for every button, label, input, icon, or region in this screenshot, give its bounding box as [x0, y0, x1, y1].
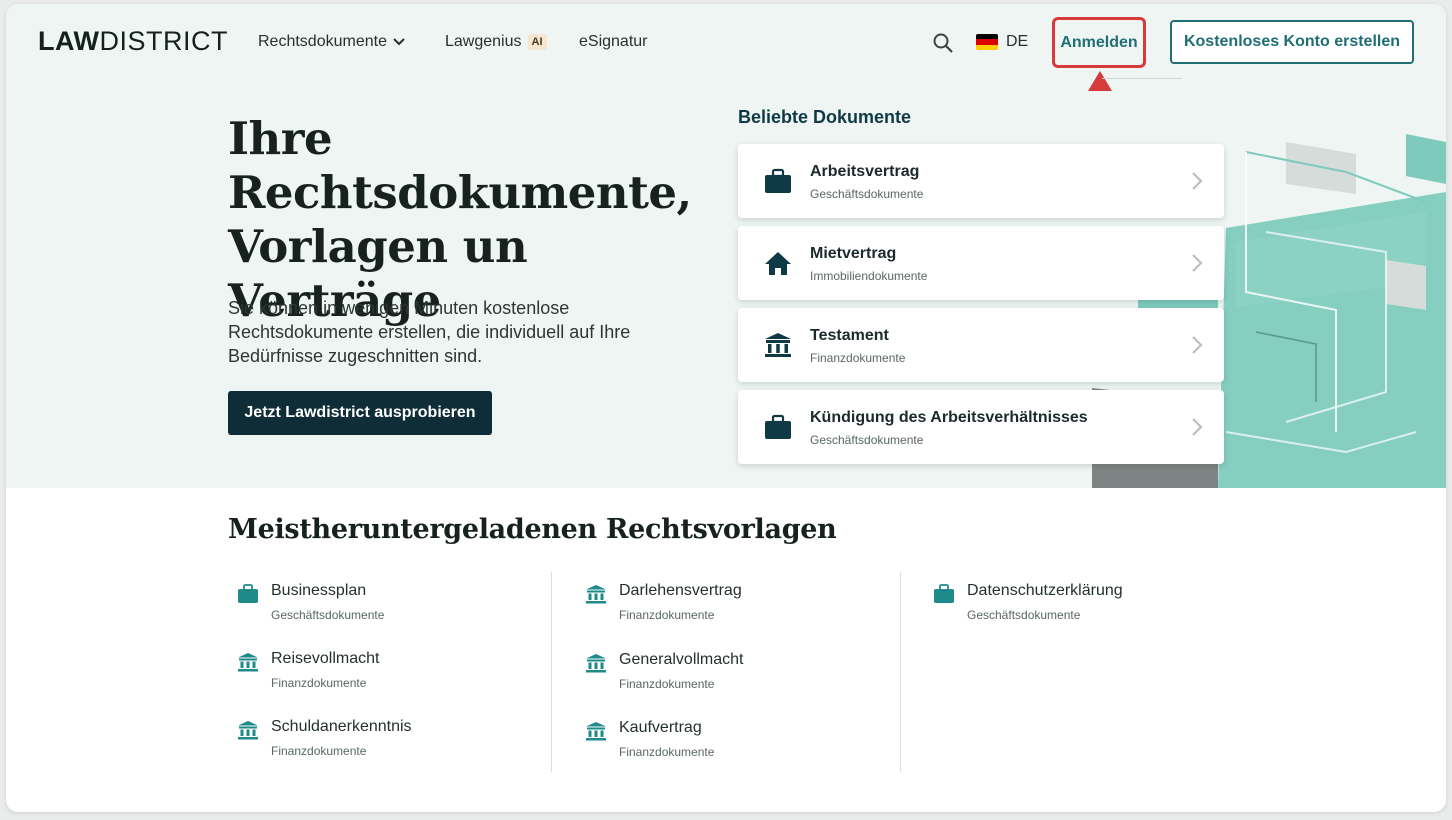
template-category: Finanzdokumente	[619, 745, 715, 759]
briefcase-icon	[765, 168, 791, 193]
popular-doc-card[interactable]: Arbeitsvertrag Geschäftsdokumente	[738, 144, 1224, 218]
language-selector[interactable]: DE	[976, 33, 1028, 51]
german-flag-icon	[976, 34, 998, 50]
doc-name: Kündigung des Arbeitsverhältnisses	[810, 409, 1088, 426]
template-category: Finanzdokumente	[271, 676, 367, 690]
nav-rechtsdokumente[interactable]: Rechtsdokumente	[258, 33, 405, 51]
nav-label: eSignatur	[579, 33, 648, 50]
logo-regular-text: DISTRICT	[99, 26, 228, 56]
language-code: DE	[1006, 33, 1029, 50]
nav-label: Rechtsdokumente	[258, 33, 387, 50]
bank-icon	[586, 654, 606, 673]
template-link[interactable]: Schuldanerkenntnis Finanzdokumente	[237, 718, 557, 774]
divider	[1102, 78, 1182, 79]
template-name: Datenschutzerklärung	[967, 582, 1123, 599]
briefcase-icon	[765, 414, 791, 439]
template-link[interactable]: Generalvollmacht Finanzdokumente	[585, 651, 905, 707]
popular-doc-card[interactable]: Testament Finanzdokumente	[738, 308, 1224, 382]
chevron-right-icon	[1192, 254, 1203, 272]
template-link[interactable]: Reisevollmacht Finanzdokumente	[237, 650, 557, 706]
bank-icon	[238, 653, 258, 672]
highlight-arrow-icon	[1088, 71, 1112, 91]
template-link[interactable]: Darlehensvertrag Finanzdokumente	[585, 582, 905, 638]
nav-lawgenius[interactable]: Lawgenius AI	[445, 33, 547, 51]
doc-name: Testament	[810, 327, 889, 344]
bank-icon	[586, 585, 606, 604]
chevron-right-icon	[1192, 172, 1203, 190]
template-name: Kaufvertrag	[619, 719, 702, 736]
doc-category: Geschäftsdokumente	[810, 187, 924, 201]
ai-badge: AI	[527, 34, 547, 50]
search-icon[interactable]	[932, 32, 954, 54]
template-category: Geschäftsdokumente	[271, 608, 385, 622]
hero-subtitle: Sie können in wenigen Minuten kostenlose…	[228, 298, 631, 366]
template-category: Finanzdokumente	[271, 744, 367, 758]
template-link[interactable]: Datenschutzerklärung Geschäftsdokumente	[933, 582, 1253, 638]
template-category: Geschäftsdokumente	[967, 608, 1081, 622]
bank-icon	[765, 333, 791, 357]
try-lawdistrict-button[interactable]: Jetzt Lawdistrict ausprobieren	[228, 391, 492, 435]
template-name: Reisevollmacht	[271, 650, 380, 667]
doc-category: Geschäftsdokumente	[810, 433, 924, 447]
template-name: Schuldanerkenntnis	[271, 718, 412, 735]
bank-icon	[238, 721, 258, 740]
doc-category: Immobiliendokumente	[810, 269, 928, 283]
template-link[interactable]: Businessplan Geschäftsdokumente	[237, 582, 557, 638]
doc-name: Arbeitsvertrag	[810, 163, 920, 180]
briefcase-icon	[238, 584, 258, 603]
logo-bold-text: LAW	[38, 26, 100, 56]
popular-doc-card[interactable]: Mietvertrag Immobiliendokumente	[738, 226, 1224, 300]
nav-label: Lawgenius	[445, 33, 522, 50]
doc-category: Finanzdokumente	[810, 351, 906, 365]
doc-name: Mietvertrag	[810, 245, 897, 262]
site-header: LAWDISTRICT Rechtsdokumente Lawgenius AI…	[6, 4, 1446, 91]
popular-documents-title: Beliebte Dokumente	[738, 107, 912, 127]
template-link[interactable]: Kaufvertrag Finanzdokumente	[585, 719, 905, 775]
template-category: Finanzdokumente	[619, 677, 715, 691]
briefcase-icon	[934, 584, 954, 603]
create-account-button[interactable]: Kostenloses Konto erstellen	[1170, 20, 1414, 64]
bank-icon	[586, 722, 606, 741]
template-category: Finanzdokumente	[619, 608, 715, 622]
chevron-right-icon	[1192, 418, 1203, 436]
popular-doc-card[interactable]: Kündigung des Arbeitsverhältnisses Gesch…	[738, 390, 1224, 464]
template-name: Generalvollmacht	[619, 651, 744, 668]
template-name: Darlehensvertrag	[619, 582, 742, 599]
template-name: Businessplan	[271, 582, 367, 599]
house-icon	[765, 252, 791, 275]
browser-page: LAWDISTRICT Rechtsdokumente Lawgenius AI…	[6, 4, 1446, 812]
nav-esignatur[interactable]: eSignatur	[579, 33, 648, 51]
chevron-right-icon	[1192, 336, 1203, 354]
login-button[interactable]: Anmelden	[1052, 17, 1146, 68]
most-downloaded-title: Meistheruntergeladenen Rechtsvorlagen	[228, 514, 837, 545]
site-logo[interactable]: LAWDISTRICT	[38, 26, 228, 57]
chevron-down-icon	[393, 38, 405, 46]
